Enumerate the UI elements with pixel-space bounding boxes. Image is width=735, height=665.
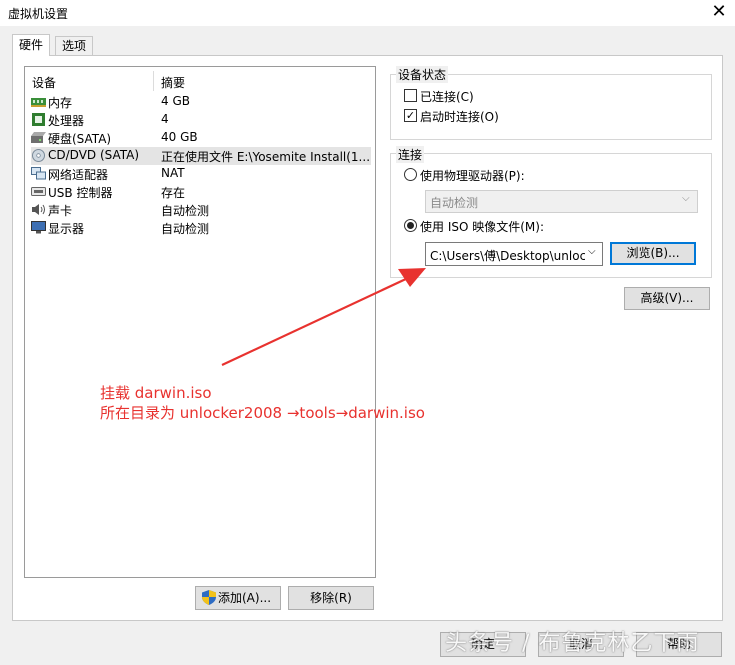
- tab-hardware[interactable]: 硬件: [12, 34, 51, 56]
- annotation-line-2: 所在目录为 unlocker2008 →tools→darwin.iso: [100, 404, 425, 422]
- annotation-line-1: 挂载 darwin.iso: [100, 384, 212, 402]
- annotation-arrow: [221, 268, 426, 366]
- watermark: 头条号 / 布鲁克林乙下雨: [445, 631, 700, 656]
